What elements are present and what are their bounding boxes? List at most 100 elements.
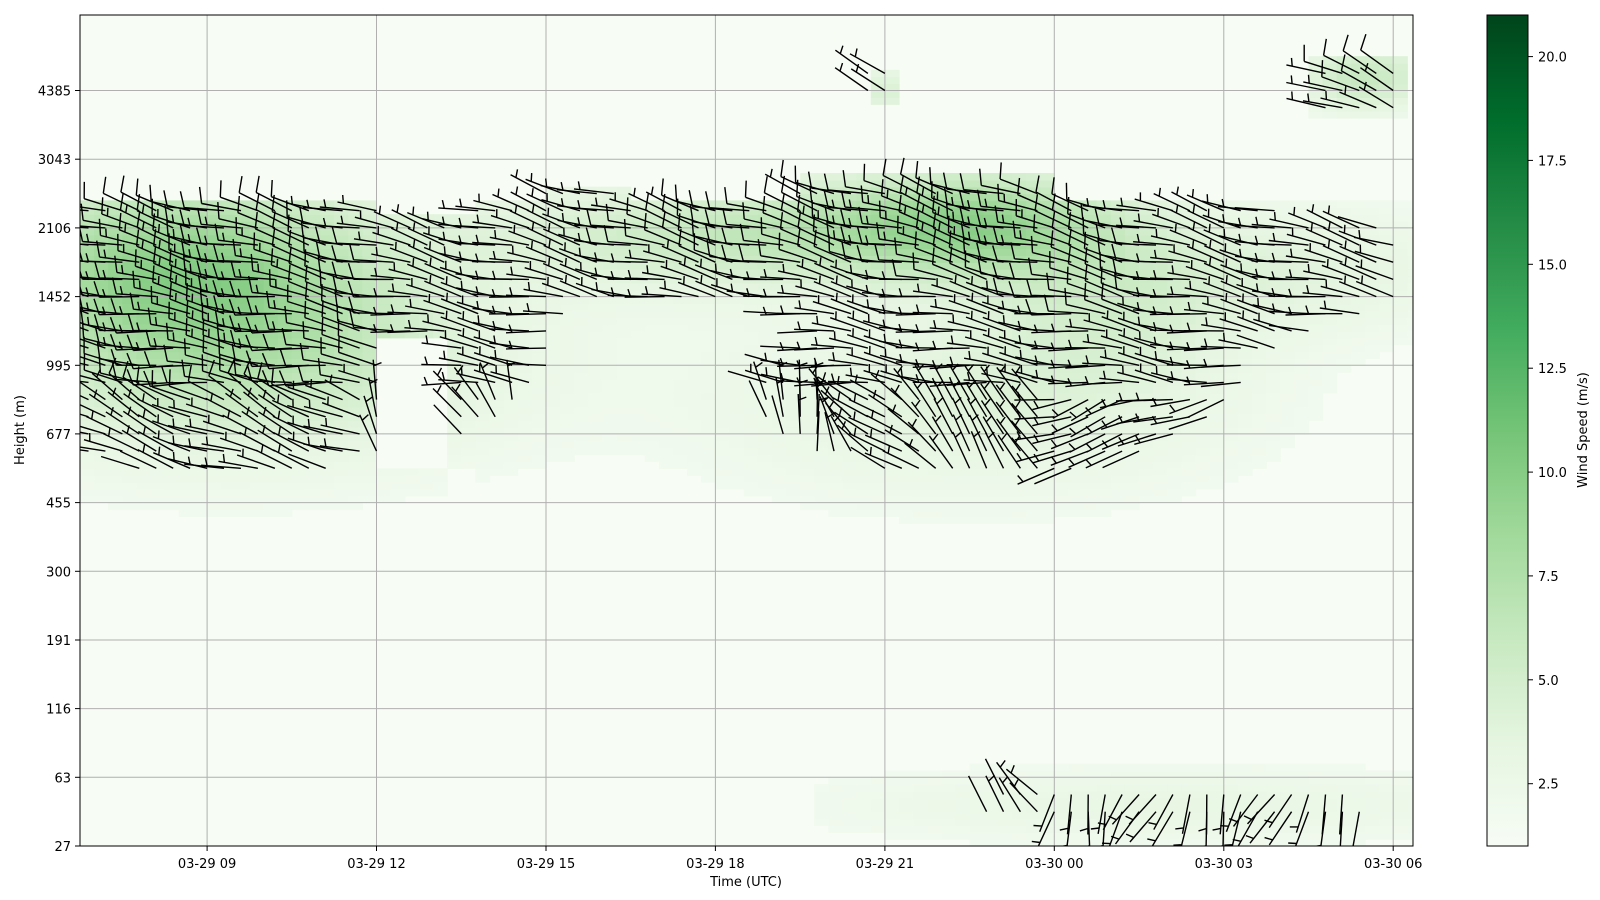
heatmap-cell [1124,475,1140,483]
heatmap-cell [659,379,674,387]
heatmap-cell [1393,90,1408,98]
heatmap-cell [560,440,575,449]
heatmap-cell [630,406,646,414]
heatmap-cell [1223,475,1239,483]
heatmap-cell [164,502,180,511]
heatmap-cell [1195,777,1211,785]
heatmap-cell [913,804,928,813]
heatmap-cell [1252,399,1267,408]
heatmap-cell [1082,488,1098,497]
heatmap-cell [1124,784,1140,792]
heatmap-cell [616,248,632,256]
heatmap-cell [1407,227,1413,236]
heatmap-cell [122,351,138,359]
heatmap-cell [913,282,928,291]
heatmap-cell [856,488,872,497]
heatmap-cell [150,495,166,504]
heatmap-cell [560,296,575,305]
heatmap-cell [546,303,561,311]
heatmap-cell [842,440,858,449]
heatmap-cell [94,488,109,497]
heatmap-cell [447,433,462,442]
heatmap-cell [150,262,166,270]
heatmap-cell [461,227,476,236]
heatmap-cell [1082,509,1098,517]
heatmap-cell [899,777,914,785]
heatmap-cell [1082,447,1098,456]
heatmap-cell [1237,763,1253,772]
heatmap-cell [588,379,603,387]
heatmap-cell [969,488,985,497]
heatmap-cell [1280,207,1295,215]
heatmap-cell [1237,200,1253,208]
heatmap-cell [955,351,971,359]
heatmap-cell [899,509,914,517]
heatmap-cell [517,365,533,373]
heatmap-cell [546,372,561,380]
heatmap-cell [644,351,660,359]
heatmap-cell [997,214,1013,222]
heatmap-cell [560,317,575,325]
heatmap-cell [249,433,265,442]
heatmap-cell [1167,784,1182,792]
heatmap-cell [1153,227,1168,236]
heatmap-cell [616,372,632,380]
heatmap-cell [1040,296,1055,305]
heatmap-cell [277,509,293,517]
heatmap-cell [701,461,716,469]
heatmap-cell [1068,509,1084,517]
heatmap-cell [433,468,448,476]
heatmap-cell [1393,56,1408,64]
heatmap-cell [687,372,702,380]
heatmap-cell [1237,406,1253,414]
heatmap-cell [899,468,914,476]
heatmap-cell [362,454,378,462]
heatmap-cell [687,433,702,442]
heatmap-cell [1181,447,1197,456]
heatmap-cell [1393,777,1408,785]
heatmap-cell [1393,276,1408,284]
heatmap-cell [235,488,250,497]
heatmap-cell [1252,365,1267,373]
heatmap-cell [461,447,476,456]
heatmap-cell [1322,832,1338,840]
heatmap-cell [1110,330,1126,339]
heatmap-cell [150,330,166,339]
heatmap-cell [602,413,618,421]
heatmap-cell [828,214,844,222]
heatmap-cell [1068,495,1084,504]
heatmap-cell [983,482,999,490]
heatmap-cell [715,214,731,222]
heatmap-cell [291,468,307,476]
heatmap-cell [673,296,688,305]
heatmap-cell [786,454,801,462]
heatmap-cell [828,351,844,359]
heatmap-cell [574,296,589,305]
heatmap-cell [1379,282,1394,291]
heatmap-cell [1181,763,1197,772]
heatmap-cell [828,825,844,833]
heatmap-cell [235,248,250,256]
heatmap-cell [899,791,914,799]
heatmap-cell [1308,797,1324,806]
heatmap-cell [1365,784,1380,792]
heatmap-cell [786,461,801,469]
heatmap-cell [969,825,985,833]
heatmap-cell [786,303,801,311]
heatmap-cell [1407,282,1413,291]
heatmap-cell [517,440,533,449]
heatmap-cell [531,440,547,449]
heatmap-cell [997,502,1013,511]
heatmap-cell [1054,475,1069,483]
heatmap-cell [899,818,914,826]
heatmap-cell [1379,69,1394,78]
heatmap-cell [800,475,815,483]
heatmap-cell [80,454,95,462]
heatmap-cell [701,413,716,421]
heatmap-cell [1012,811,1027,820]
heatmap-cell [150,317,166,325]
heatmap-cell [574,358,589,366]
heatmap-cell [334,440,349,449]
heatmap-cell [729,262,745,270]
heatmap-cell [1054,804,1069,813]
